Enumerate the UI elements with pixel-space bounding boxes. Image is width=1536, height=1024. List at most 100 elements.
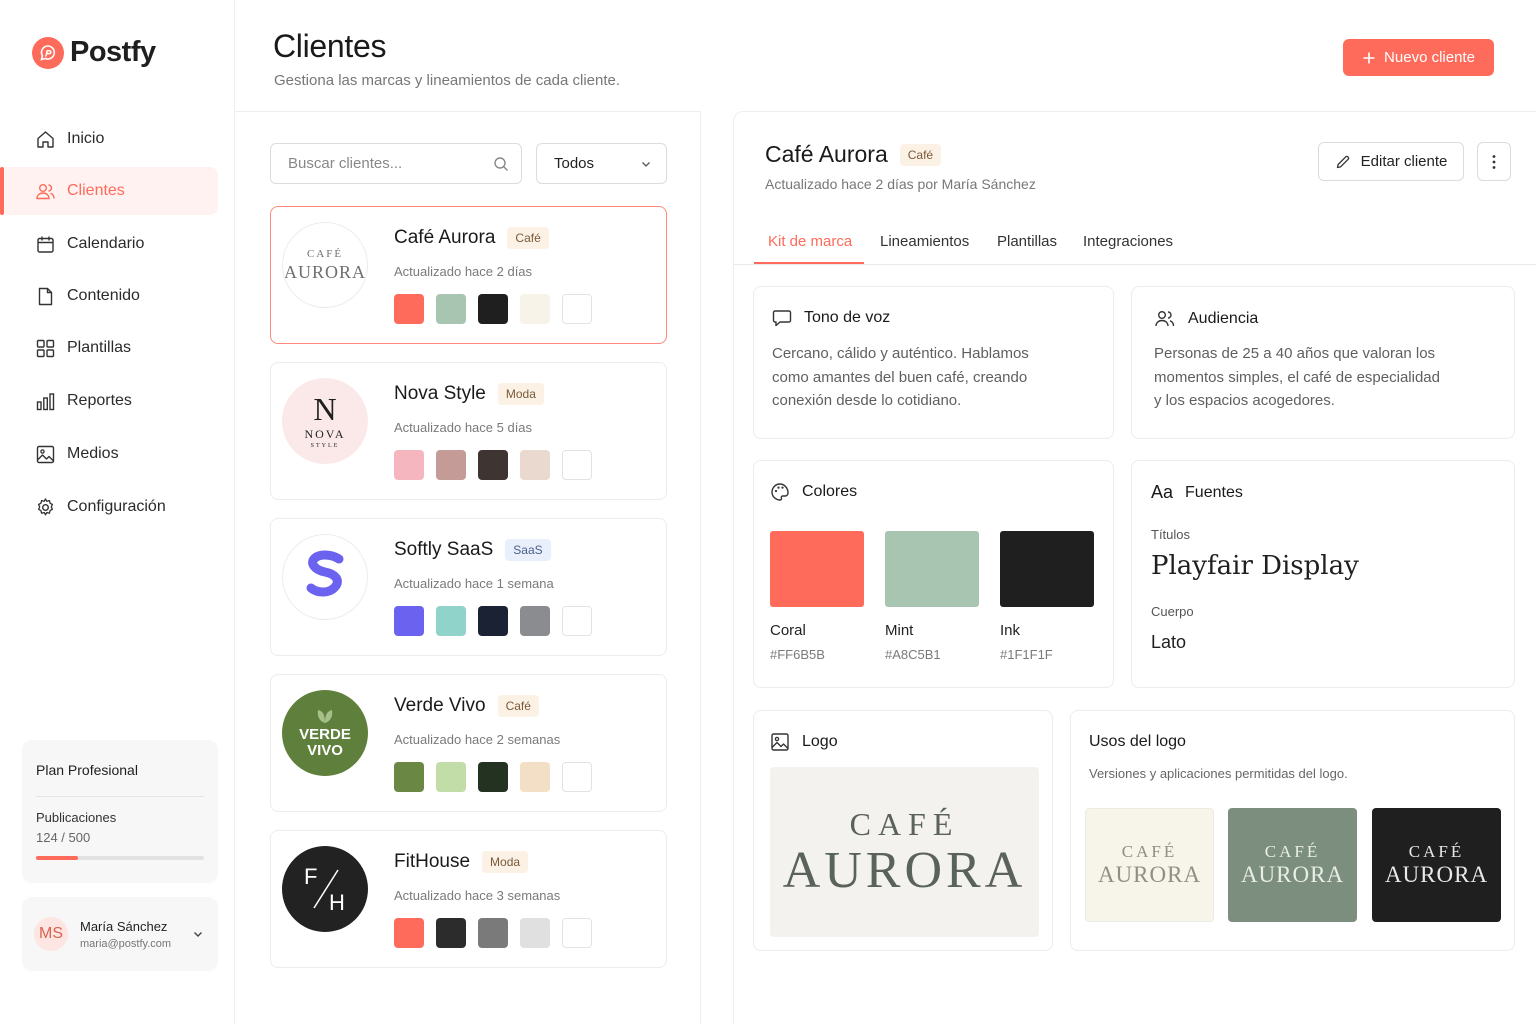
logo-preview[interactable]: CAFÉ AURORA <box>770 767 1039 937</box>
category-tag: Moda <box>497 383 544 405</box>
client-card-softly-saas[interactable]: Softly SaaS SaaS Actualizado hace 1 seman… <box>270 518 667 656</box>
color-swatch <box>436 294 466 324</box>
tab-kit-de-marca[interactable]: Kit de marca <box>768 233 852 250</box>
tone-text: como amantes del buen café, creando <box>772 368 1028 386</box>
color-swatch <box>562 918 592 948</box>
detail-client-name: Café Aurora <box>765 141 888 167</box>
users-icon <box>1155 311 1175 327</box>
user-name: María Sánchez <box>80 918 168 934</box>
color-swatch <box>478 762 508 792</box>
new-client-button[interactable]: Nuevo cliente <box>1343 39 1494 76</box>
plan-card: Plan Profesional Publicaciones 124 / 500 <box>22 740 218 883</box>
color-swatch <box>520 450 550 480</box>
color-swatch <box>394 450 424 480</box>
logo-text: AURORA <box>1384 862 1489 887</box>
card-title: Logo <box>802 733 838 750</box>
tone-card: Tono de voz Cercano, cálido y auténtico.… <box>753 286 1114 439</box>
nav-item-calendario[interactable]: Calendario <box>5 220 218 268</box>
search-input[interactable]: Buscar clientes... <box>270 143 522 184</box>
color-name: Mint <box>885 622 914 639</box>
active-tab-indicator <box>754 262 864 264</box>
color-swatch <box>562 762 592 792</box>
logo-usage-card: Usos del logo Versiones y aplicaciones p… <box>1070 710 1515 951</box>
logo-text: NOVA <box>304 426 346 441</box>
color-swatch <box>478 294 508 324</box>
logo-text: AURORA <box>1097 862 1202 887</box>
color-swatch <box>436 606 466 636</box>
tab-integraciones[interactable]: Integraciones <box>1083 233 1173 250</box>
logo-variant-dark[interactable]: CAFÉ AURORA <box>1372 808 1501 922</box>
nav-label: Calendario <box>67 235 145 252</box>
plus-icon <box>1363 52 1375 63</box>
brand-name: Postfy <box>70 36 156 68</box>
color-swatch <box>478 450 508 480</box>
nav-item-contenido[interactable]: Contenido <box>5 272 218 320</box>
colors-card: Colores Coral Mint Ink #FF6B5B #A8C5B1 #… <box>753 460 1114 688</box>
nav-item-clientes[interactable]: Clientes <box>0 167 218 215</box>
nav-label: Medios <box>67 445 119 462</box>
detail-tabs: Kit de marca Lineamientos Plantillas Int… <box>734 222 1536 265</box>
logo-variant-green[interactable]: CAFÉ AURORA <box>1228 808 1357 922</box>
divider <box>36 796 204 797</box>
client-updated: Actualizado hace 1 semana <box>394 576 554 591</box>
brand-logo[interactable]: Postfy <box>32 36 156 69</box>
image-icon <box>36 445 55 463</box>
nav-label: Configuración <box>67 498 166 515</box>
tab-lineamientos[interactable]: Lineamientos <box>880 233 969 250</box>
leaf-icon <box>317 710 333 723</box>
audience-text: Personas de 25 a 40 años que valoran los <box>1154 345 1436 362</box>
card-title: Fuentes <box>1185 483 1243 501</box>
user-menu[interactable]: MS María Sánchez maria@postfy.com <box>22 897 218 971</box>
bar-chart-icon <box>36 392 55 410</box>
card-title: Usos del logo <box>1089 733 1186 750</box>
logo-text: H <box>329 890 345 915</box>
softly-logo-icon <box>306 550 344 597</box>
color-swatch-coral[interactable] <box>770 531 864 607</box>
image-icon <box>771 733 789 751</box>
nav-label: Contenido <box>67 287 140 304</box>
filter-select[interactable]: Todos <box>536 143 667 184</box>
more-options-button[interactable] <box>1477 142 1511 181</box>
color-swatch-mint[interactable] <box>885 531 979 607</box>
card-title: Tono de voz <box>804 309 891 326</box>
client-card-nova-style[interactable]: N NOVA STYLE Nova Style Moda Actualizado … <box>270 362 667 500</box>
logo-text: AURORA <box>1240 862 1345 887</box>
client-card-cafe-aurora[interactable]: CAFÉ AURORA Café Aurora Café Actualizado … <box>270 206 667 344</box>
color-swatch <box>436 918 466 948</box>
plan-usage-label: Publicaciones <box>36 810 117 825</box>
logo-variant-light[interactable]: CAFÉ AURORA <box>1085 808 1214 922</box>
swatches <box>394 606 592 636</box>
color-swatch <box>478 606 508 636</box>
grid-icon <box>36 339 55 357</box>
gear-icon <box>37 497 54 515</box>
card-title: Colores <box>802 483 858 500</box>
chevron-down-icon[interactable] <box>192 928 204 940</box>
nav-item-configuracion[interactable]: Configuración <box>5 483 218 531</box>
color-swatch-ink[interactable] <box>1000 531 1094 607</box>
edit-client-button[interactable]: Editar cliente <box>1318 142 1464 181</box>
filter-value: Todos <box>554 155 595 172</box>
swatches <box>394 762 592 792</box>
tab-plantillas[interactable]: Plantillas <box>997 233 1057 250</box>
font-icon: Aa <box>1151 482 1174 502</box>
nav-item-plantillas[interactable]: Plantillas <box>5 324 218 372</box>
color-swatch <box>520 918 550 948</box>
logo-text: CAFÉ <box>1408 842 1465 861</box>
logo-text: VIVO <box>307 742 343 759</box>
card-subtitle: Versiones y aplicaciones permitidas del … <box>1089 766 1348 781</box>
color-swatch <box>436 450 466 480</box>
nav-label: Clientes <box>67 182 125 199</box>
users-icon <box>36 183 55 199</box>
nav-item-reportes[interactable]: Reportes <box>5 377 218 425</box>
client-card-verde-vivo[interactable]: VERDE VIVO Verde Vivo Café Actualizado ha… <box>270 674 667 812</box>
client-name: Verde Vivo <box>394 695 486 716</box>
postfy-logo-icon <box>32 36 64 69</box>
audience-text: y los espacios acogedores. <box>1154 392 1335 409</box>
pencil-icon <box>1336 155 1349 168</box>
nav-item-medios[interactable]: Medios <box>5 430 218 478</box>
detail-updated: Actualizado hace 2 días por María Sánche… <box>765 176 1036 192</box>
nav-item-inicio[interactable]: Inicio <box>5 115 218 163</box>
swatches <box>394 294 592 324</box>
color-hex: #1F1F1F <box>1000 647 1053 662</box>
client-card-fithouse[interactable]: F H FitHouse Moda Actualizado hace 3 sema… <box>270 830 667 968</box>
